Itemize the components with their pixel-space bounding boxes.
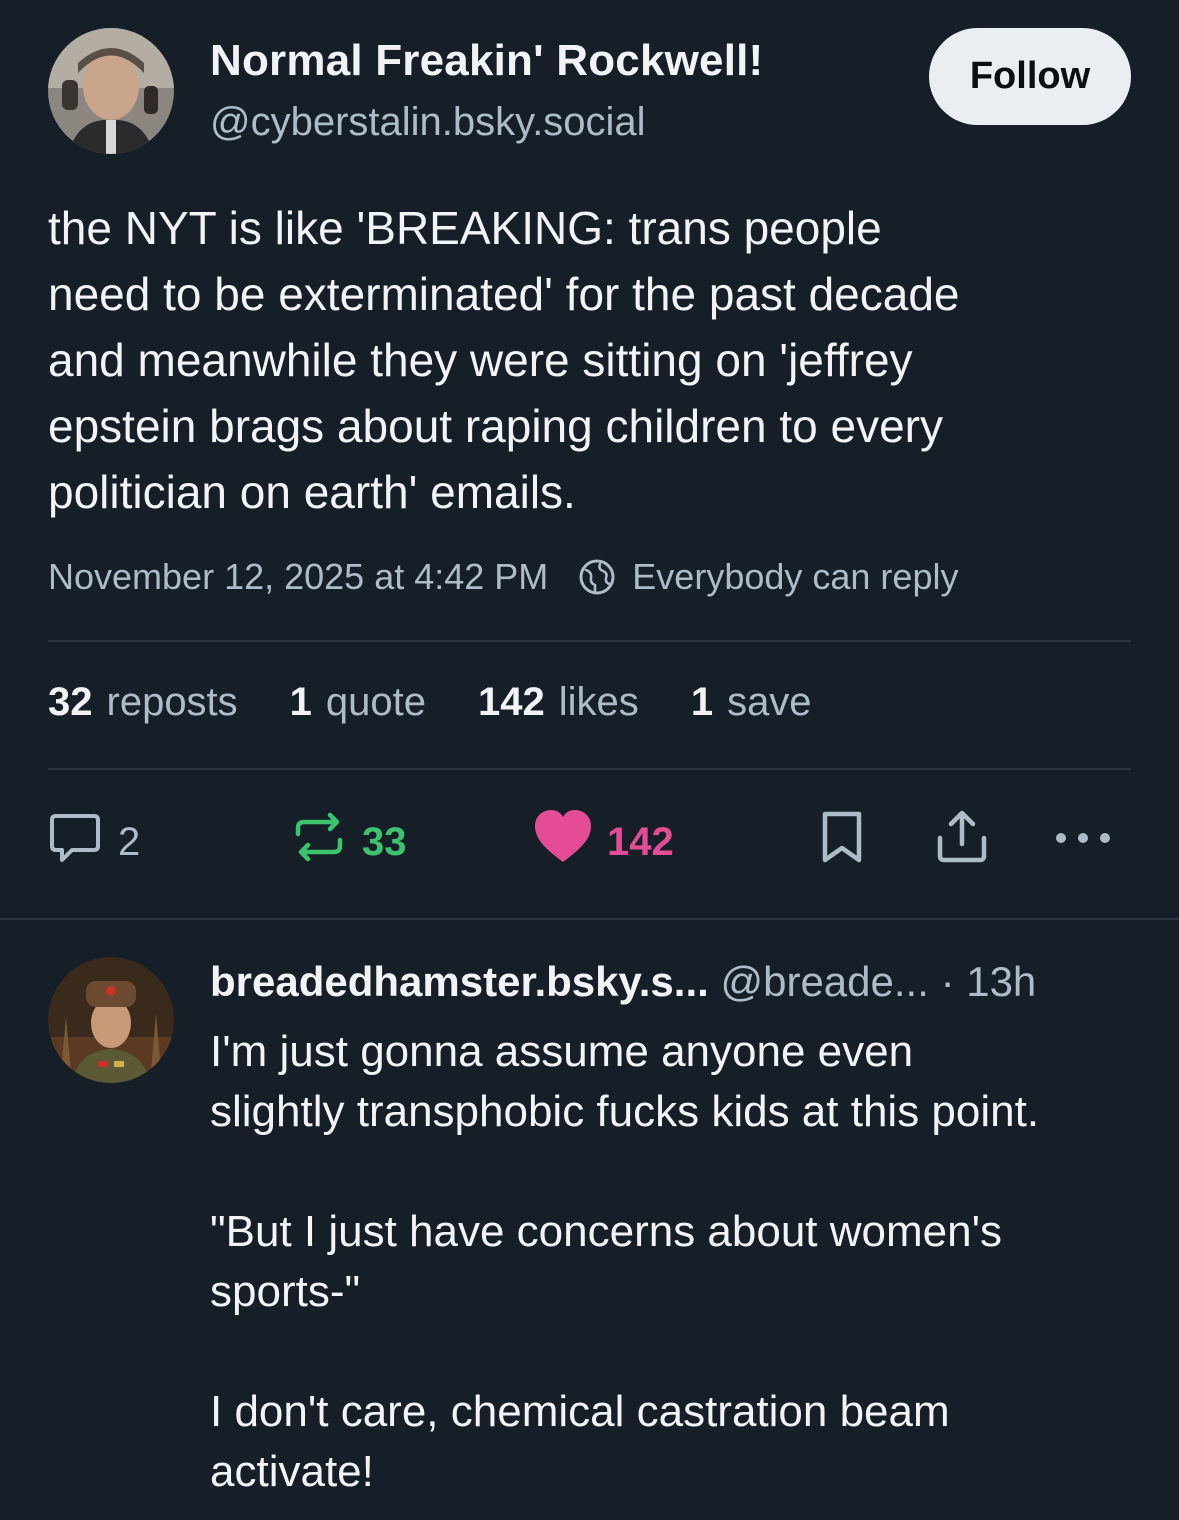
share-icon [934, 808, 990, 876]
like-count: 142 [607, 819, 674, 864]
reply-author-name[interactable]: breadedhamster.bsky.s... [210, 958, 709, 1005]
reposts-label: reposts [106, 680, 238, 724]
bookmark-icon [815, 808, 869, 876]
reply-text-line: slightly transphobic fucks kids at this … [210, 1087, 1040, 1136]
quotes-count: 1 [289, 680, 312, 724]
reply-author-avatar[interactable] [48, 957, 174, 1083]
reply-button[interactable]: 2 [46, 812, 140, 872]
repost-count: 33 [362, 819, 407, 864]
repost-arrows-icon [290, 808, 348, 876]
post-text-line: and meanwhile they were sitting on 'jeff… [48, 334, 913, 386]
post-text-line: the NYT is like 'BREAKING: trans people [48, 202, 882, 254]
likes-stat[interactable]: 142 likes [478, 680, 639, 725]
reposts-stat[interactable]: 32 reposts [48, 680, 238, 725]
saves-count: 1 [690, 680, 714, 724]
reposts-count: 32 [48, 680, 93, 724]
quotes-stat[interactable]: 1 quote [290, 680, 426, 725]
author-avatar[interactable] [48, 28, 174, 154]
repost-button[interactable]: 33 [290, 812, 407, 872]
main-post: Normal Freakin' Rockwell! @cyberstalin.b… [0, 0, 1179, 920]
section-divider [0, 918, 1179, 920]
reply-text-line [210, 1322, 1160, 1382]
engagement-stats: 32 reposts 1 quote 142 likes 1 save [48, 680, 864, 725]
ellipsis-icon [1052, 808, 1114, 876]
reply-time: · 13h [940, 958, 1037, 1005]
reply-author-handle[interactable]: @breade... [720, 958, 928, 1005]
post-meta: November 12, 2025 at 4:42 PM Everybody c… [48, 556, 958, 598]
more-options-button[interactable] [1052, 812, 1114, 872]
like-button[interactable]: 142 [533, 810, 674, 872]
post-text-line: politician on earth' emails. [48, 466, 576, 518]
divider [48, 640, 1131, 642]
reply-text-line: I'm just gonna assume anyone even [210, 1027, 914, 1076]
quotes-label: quote [325, 680, 427, 724]
reply-text-line: activate! [210, 1447, 374, 1496]
saves-label: save [727, 680, 812, 724]
saves-stat: 1 save [691, 680, 812, 725]
heart-icon [533, 808, 593, 876]
post-actions: 2 33 142 [0, 810, 1179, 872]
post-text-line: epstein brags about raping children to e… [48, 400, 944, 452]
author-display-name[interactable]: Normal Freakin' Rockwell! [210, 36, 763, 86]
reply-count: 2 [118, 819, 141, 864]
share-button[interactable] [934, 810, 990, 872]
author-handle[interactable]: @cyberstalin.bsky.social [210, 100, 646, 145]
reply-text-line: "But I just have concerns about women's [210, 1207, 1002, 1256]
speech-bubble-icon [46, 808, 104, 876]
likes-label: likes [558, 680, 639, 724]
post-text-line: need to be exterminated' for the past de… [48, 268, 960, 320]
reply-header: breadedhamster.bsky.s... @breade... · 13… [210, 958, 1036, 1006]
reply-text: I'm just gonna assume anyone even slight… [210, 1022, 1160, 1502]
reply-text-line: I don't care, chemical castration beam [210, 1387, 950, 1436]
divider [48, 768, 1131, 770]
likes-count: 142 [478, 680, 545, 724]
reply-text-line: sports-" [210, 1267, 361, 1316]
reply-setting[interactable]: Everybody can reply [632, 556, 958, 598]
post-timestamp: November 12, 2025 at 4:42 PM [48, 556, 549, 597]
globe-icon [578, 558, 616, 596]
reply-text-line [210, 1142, 1160, 1202]
post-text: the NYT is like 'BREAKING: trans people … [48, 195, 1138, 525]
save-button[interactable] [815, 811, 869, 872]
follow-button[interactable]: Follow [929, 28, 1131, 125]
